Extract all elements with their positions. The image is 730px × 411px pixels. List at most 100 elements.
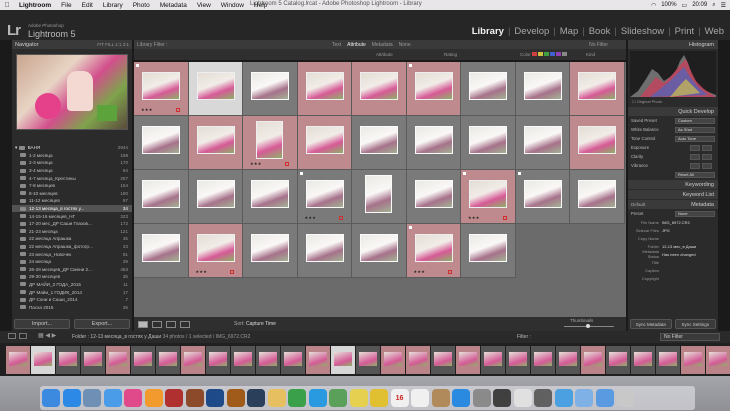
- finder-icon[interactable]: [42, 389, 60, 407]
- folder-item[interactable]: ДР Сони и Саши_2014 7: [12, 296, 132, 304]
- color-label-swatch[interactable]: [544, 52, 549, 56]
- grid-cell[interactable]: [461, 62, 516, 116]
- survey-view-button[interactable]: [180, 320, 190, 328]
- folder-item[interactable]: 1-2 месяца 198: [12, 152, 132, 160]
- filmstrip-source[interactable]: Folder : 12-13 месяца_в гостях у Даши 34…: [72, 334, 250, 340]
- edited-badge-icon[interactable]: [339, 216, 343, 220]
- auto-tone-button[interactable]: Auto Tone: [675, 135, 715, 142]
- grid-cell[interactable]: [515, 62, 570, 116]
- photo-thumbnail[interactable]: [142, 180, 180, 208]
- ibooks-icon[interactable]: [144, 389, 163, 407]
- menu-library[interactable]: Library: [98, 2, 128, 9]
- folder-item[interactable]: 29-30 месяцев 35: [12, 273, 132, 281]
- original-photo-checkbox[interactable]: ☐ Original Photo: [628, 97, 718, 106]
- module-map[interactable]: Map: [558, 26, 580, 37]
- compare-view-button[interactable]: [166, 320, 176, 328]
- photo-thumbnail[interactable]: [360, 126, 398, 154]
- primary-window-button[interactable]: [8, 333, 16, 339]
- white-balance-select[interactable]: As Shot: [675, 126, 715, 133]
- filmstrip-thumbnail[interactable]: [356, 345, 380, 374]
- grid-cell[interactable]: [406, 62, 461, 116]
- grid-cell[interactable]: [134, 170, 189, 224]
- photo-thumbnail[interactable]: [251, 234, 289, 262]
- module-develop[interactable]: Develop: [512, 26, 551, 37]
- grid-cell[interactable]: [461, 116, 516, 170]
- contacts-icon[interactable]: [431, 389, 450, 407]
- filmstrip-thumbnail[interactable]: [656, 345, 680, 374]
- filmstrip-thumbnail[interactable]: [506, 345, 530, 374]
- battery-icon[interactable]: ▭: [682, 2, 688, 9]
- photo-thumbnail[interactable]: [523, 180, 562, 208]
- folder-item[interactable]: 24 месяца 29: [12, 258, 132, 266]
- grid-cell[interactable]: [352, 170, 407, 224]
- photo-thumbnail[interactable]: [578, 180, 616, 208]
- grid-cell[interactable]: ★★★: [297, 170, 352, 224]
- notification-center-icon[interactable]: ☰: [721, 2, 726, 9]
- sort-value[interactable]: Capture Time: [246, 321, 276, 327]
- folder-item[interactable]: 23 месяца_Новочек 91: [12, 250, 132, 258]
- menu-file[interactable]: File: [56, 2, 76, 9]
- star-rating[interactable]: ★★★: [305, 215, 317, 220]
- module-book[interactable]: Book: [587, 26, 613, 37]
- folder-item[interactable]: 3-4 месяца 64: [12, 167, 132, 175]
- folder-item[interactable]: ДР Майи_1 ГОДИК_2014 17: [12, 288, 132, 296]
- navigator-preview[interactable]: [16, 54, 128, 130]
- grid-cell[interactable]: [406, 170, 461, 224]
- grid-cell[interactable]: [570, 170, 625, 224]
- filmstrip-filter-select[interactable]: No Filter: [660, 333, 720, 341]
- menu-metadata[interactable]: Metadata: [155, 2, 192, 9]
- grid-cell[interactable]: [515, 170, 570, 224]
- filter-preset-select[interactable]: No Filter: [589, 42, 608, 48]
- grid-cell[interactable]: [243, 170, 298, 224]
- documents-icon[interactable]: [575, 389, 593, 407]
- folder-item[interactable]: ДР МАЙИ_3 ГОДА_2015 11: [12, 281, 132, 289]
- photo-thumbnail[interactable]: [256, 121, 283, 159]
- photo-thumbnail[interactable]: [305, 180, 344, 208]
- photo-thumbnail[interactable]: [578, 126, 616, 154]
- filmstrip-thumbnail[interactable]: [431, 345, 455, 374]
- safari-icon[interactable]: [62, 389, 81, 407]
- grid-cell[interactable]: [352, 224, 407, 278]
- edited-badge-icon[interactable]: [448, 270, 452, 274]
- folder-icon[interactable]: [595, 389, 614, 407]
- grid-view-button[interactable]: [138, 320, 148, 328]
- reminders-icon[interactable]: [411, 389, 429, 407]
- quick-develop-header[interactable]: Quick Develop: [628, 107, 718, 116]
- photo-thumbnail[interactable]: [142, 234, 180, 262]
- photo-thumbnail[interactable]: [360, 72, 398, 100]
- grid-cell[interactable]: ★★★: [243, 116, 298, 170]
- color-label-swatch[interactable]: [538, 52, 543, 56]
- menu-app-name[interactable]: Lightroom: [14, 2, 56, 9]
- apple-icon[interactable]: : [0, 2, 14, 9]
- filmstrip-thumbnail[interactable]: [531, 345, 555, 374]
- color-label-swatch[interactable]: [556, 52, 561, 56]
- keywording-header[interactable]: Keywording: [628, 180, 718, 189]
- photo-thumbnail[interactable]: [305, 234, 344, 262]
- photo-thumbnail[interactable]: [142, 126, 180, 154]
- photo-booth-icon[interactable]: [165, 389, 183, 407]
- photo-thumbnail[interactable]: [360, 234, 398, 262]
- metadata-header[interactable]: Default Metadata: [628, 200, 718, 209]
- photo-thumbnail[interactable]: [251, 180, 289, 208]
- grid-cell[interactable]: [570, 116, 625, 170]
- grid-cell[interactable]: [134, 224, 189, 278]
- grid-cell[interactable]: [570, 62, 625, 116]
- photoshop-icon[interactable]: [206, 389, 224, 407]
- navigator-zoom-options[interactable]: FIT FILL 1:1 3:1: [97, 42, 129, 47]
- metadata-preset-select[interactable]: None: [675, 210, 715, 217]
- filmstrip-thumbnail[interactable]: [156, 345, 180, 374]
- folder-item[interactable]: 7-8 месяцев 154: [12, 182, 132, 190]
- keyword-list-header[interactable]: Keyword List: [628, 190, 718, 199]
- wifi-icon[interactable]: ◠: [651, 2, 656, 9]
- photos-icon[interactable]: [267, 389, 286, 407]
- edited-badge-icon[interactable]: [284, 162, 289, 166]
- filter-tab-text[interactable]: Text: [332, 42, 341, 48]
- import-button[interactable]: Import...: [14, 319, 70, 329]
- filmstrip-thumbnail[interactable]: [256, 345, 280, 374]
- export-button[interactable]: Export...: [74, 319, 130, 329]
- metadata-value[interactable]: JPG: [662, 228, 716, 233]
- menu-view[interactable]: View: [192, 2, 216, 9]
- module-print[interactable]: Print: [673, 26, 697, 37]
- grid-cell[interactable]: [188, 62, 243, 116]
- loupe-view-button[interactable]: [152, 320, 162, 328]
